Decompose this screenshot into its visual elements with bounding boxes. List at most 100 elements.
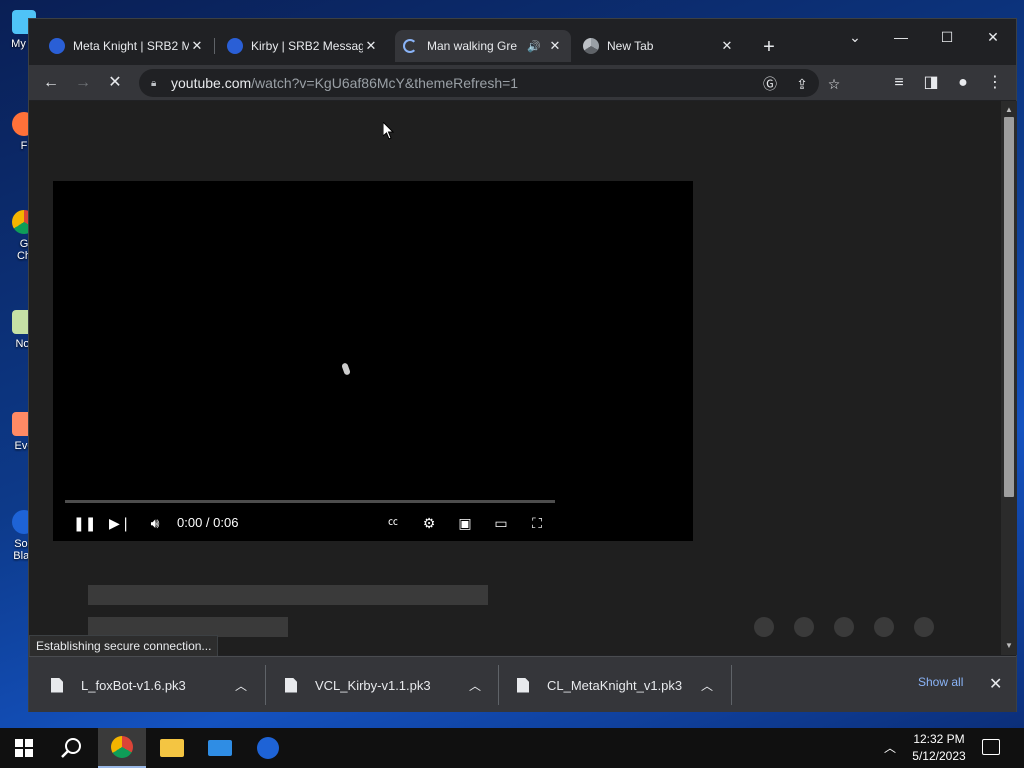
download-item[interactable]: VCL_Kirby-v1.1.pk3 ︿ xyxy=(285,657,495,713)
close-shelf-icon[interactable]: ✕ xyxy=(989,674,1002,694)
chrome-icon xyxy=(583,38,599,54)
browser-window: Meta Knight | SRB2 M ✕ Kirby | SRB2 Mess… xyxy=(28,18,1017,712)
settings-gear-icon[interactable]: ⚙ xyxy=(419,513,439,533)
video-time: 0:00 / 0:06 xyxy=(177,515,239,530)
taskbar-sonic[interactable] xyxy=(244,728,292,768)
tab-new-tab[interactable]: New Tab ✕ xyxy=(575,30,743,62)
sonic-icon xyxy=(257,737,279,759)
google-lens-icon[interactable]: Ⓖ xyxy=(761,75,779,93)
window-close-button[interactable]: ✕ xyxy=(973,25,1013,49)
tab-title: Kirby | SRB2 Message xyxy=(251,39,363,53)
taskbar-chrome[interactable] xyxy=(98,728,146,768)
close-icon[interactable]: ✕ xyxy=(189,38,205,54)
forward-button[interactable]: → xyxy=(71,71,95,95)
next-button[interactable]: ▶❘ xyxy=(109,513,132,533)
media-controls-icon[interactable]: ≡ xyxy=(887,71,911,95)
url-path: /watch?v=KgU6af86McY&themeRefresh=1 xyxy=(251,75,519,91)
taskbar-mail[interactable] xyxy=(196,728,244,768)
browser-toolbar: ← → ✕ 🔒︎ youtube.com /watch?v=KgU6af86Mc… xyxy=(29,65,1016,101)
start-button[interactable] xyxy=(0,728,48,768)
captions-button[interactable]: ㏄ xyxy=(383,513,403,533)
sonic-icon xyxy=(227,38,243,54)
folder-icon xyxy=(160,739,184,757)
back-button[interactable]: ← xyxy=(39,71,63,95)
scroll-down-arrow[interactable]: ▼ xyxy=(1004,641,1014,651)
volume-icon[interactable]: 🔊︎ xyxy=(145,513,165,533)
pause-button[interactable]: ❚❚ xyxy=(73,513,96,533)
clock-time: 12:32 PM xyxy=(913,732,965,746)
page-scrollbar[interactable]: ▲ ▼ xyxy=(1001,101,1017,655)
chrome-icon xyxy=(111,736,133,758)
theater-mode-button[interactable]: ▭ xyxy=(491,513,511,533)
download-filename: CL_MetaKnight_v1.pk3 xyxy=(547,677,683,693)
miniplayer-button[interactable]: ▣ xyxy=(455,513,475,533)
taskbar: ︿ 12:32 PM 5/12/2023 xyxy=(0,728,1024,768)
mail-icon xyxy=(208,740,232,756)
download-divider xyxy=(498,665,499,705)
notification-icon[interactable] xyxy=(982,739,1000,755)
windows-logo-icon xyxy=(15,739,33,757)
side-panel-icon[interactable]: ◨ xyxy=(919,71,943,95)
video-player[interactable]: ❚❚ ▶❘ 🔊︎ 0:00 / 0:06 ㏄ ⚙ ▣ ▭ ⛶ xyxy=(53,181,693,541)
stop-loading-button[interactable]: ✕ xyxy=(103,71,127,95)
status-bubble: Establishing secure connection... xyxy=(29,635,219,657)
clock-date: 5/12/2023 xyxy=(912,749,966,763)
title-placeholder xyxy=(88,585,488,605)
minimize-button[interactable]: — xyxy=(881,25,921,49)
search-button[interactable] xyxy=(48,728,96,768)
taskbar-file-explorer[interactable] xyxy=(148,728,196,768)
file-icon xyxy=(285,677,297,693)
tab-kirby[interactable]: Kirby | SRB2 Message ✕ xyxy=(219,30,387,62)
maximize-button[interactable]: ☐ xyxy=(927,25,967,49)
loading-placeholder-dot xyxy=(874,617,894,637)
chevron-up-icon[interactable]: ︿ xyxy=(701,677,713,694)
page-viewport: ❚❚ ▶❘ 🔊︎ 0:00 / 0:06 ㏄ ⚙ ▣ ▭ ⛶ xyxy=(29,101,1001,655)
meta-placeholder xyxy=(88,617,288,637)
show-all-downloads-link[interactable]: Show all xyxy=(918,675,963,689)
loading-placeholder-dot xyxy=(834,617,854,637)
loading-placeholder-dot xyxy=(794,617,814,637)
download-divider xyxy=(265,665,266,705)
tab-title: Man walking Gre xyxy=(427,39,518,53)
tab-man-walking[interactable]: Man walking Gre 🔊 ✕ xyxy=(395,30,571,62)
file-icon xyxy=(517,677,529,693)
chevron-up-icon[interactable]: ︿ xyxy=(469,677,481,694)
close-icon[interactable]: ✕ xyxy=(719,38,735,54)
scroll-up-arrow[interactable]: ▲ xyxy=(1004,105,1014,115)
address-bar[interactable]: 🔒︎ youtube.com /watch?v=KgU6af86McY&them… xyxy=(139,69,840,97)
loading-indicator xyxy=(341,362,351,376)
sonic-icon xyxy=(49,38,65,54)
download-item[interactable]: L_foxBot-v1.6.pk3 ︿ xyxy=(51,657,261,713)
mouse-cursor xyxy=(383,122,395,140)
video-progress-bar[interactable] xyxy=(65,500,555,503)
file-icon xyxy=(51,677,63,693)
tab-meta-knight[interactable]: Meta Knight | SRB2 M ✕ xyxy=(41,30,213,62)
tab-title: Meta Knight | SRB2 M xyxy=(73,39,189,53)
menu-kebab-icon[interactable]: ⋮ xyxy=(983,71,1007,95)
download-item[interactable]: CL_MetaKnight_v1.pk3 ︿ xyxy=(517,657,727,713)
search-icon xyxy=(61,738,81,758)
scroll-thumb[interactable] xyxy=(1004,117,1014,497)
download-filename: VCL_Kirby-v1.1.pk3 xyxy=(315,677,431,693)
url-host: youtube.com xyxy=(171,75,252,91)
close-icon[interactable]: ✕ xyxy=(363,38,379,54)
fullscreen-button[interactable]: ⛶ xyxy=(527,513,547,533)
tab-search-button[interactable]: ⌄ xyxy=(835,25,875,49)
loading-placeholder-dot xyxy=(754,617,774,637)
new-tab-button[interactable]: + xyxy=(757,36,781,60)
download-shelf: L_foxBot-v1.6.pk3 ︿ VCL_Kirby-v1.1.pk3 ︿… xyxy=(29,656,1016,712)
tab-title: New Tab xyxy=(607,39,654,53)
chevron-up-icon[interactable]: ︿ xyxy=(235,677,247,694)
share-icon[interactable]: ⇪ xyxy=(793,75,811,93)
tab-divider xyxy=(214,38,215,54)
profile-icon[interactable]: ● xyxy=(951,71,975,95)
tab-strip: Meta Knight | SRB2 M ✕ Kirby | SRB2 Mess… xyxy=(29,19,1016,65)
lock-icon: 🔒︎ xyxy=(151,78,157,89)
bookmark-star-icon[interactable]: ☆ xyxy=(825,75,843,93)
system-clock[interactable]: 12:32 PM 5/12/2023 xyxy=(906,731,972,765)
chevron-up-icon[interactable]: ︿ xyxy=(884,739,896,756)
close-icon[interactable]: ✕ xyxy=(547,38,563,54)
loading-spinner-icon xyxy=(403,39,417,53)
download-filename: L_foxBot-v1.6.pk3 xyxy=(81,677,186,693)
speaker-icon[interactable]: 🔊 xyxy=(527,40,541,53)
